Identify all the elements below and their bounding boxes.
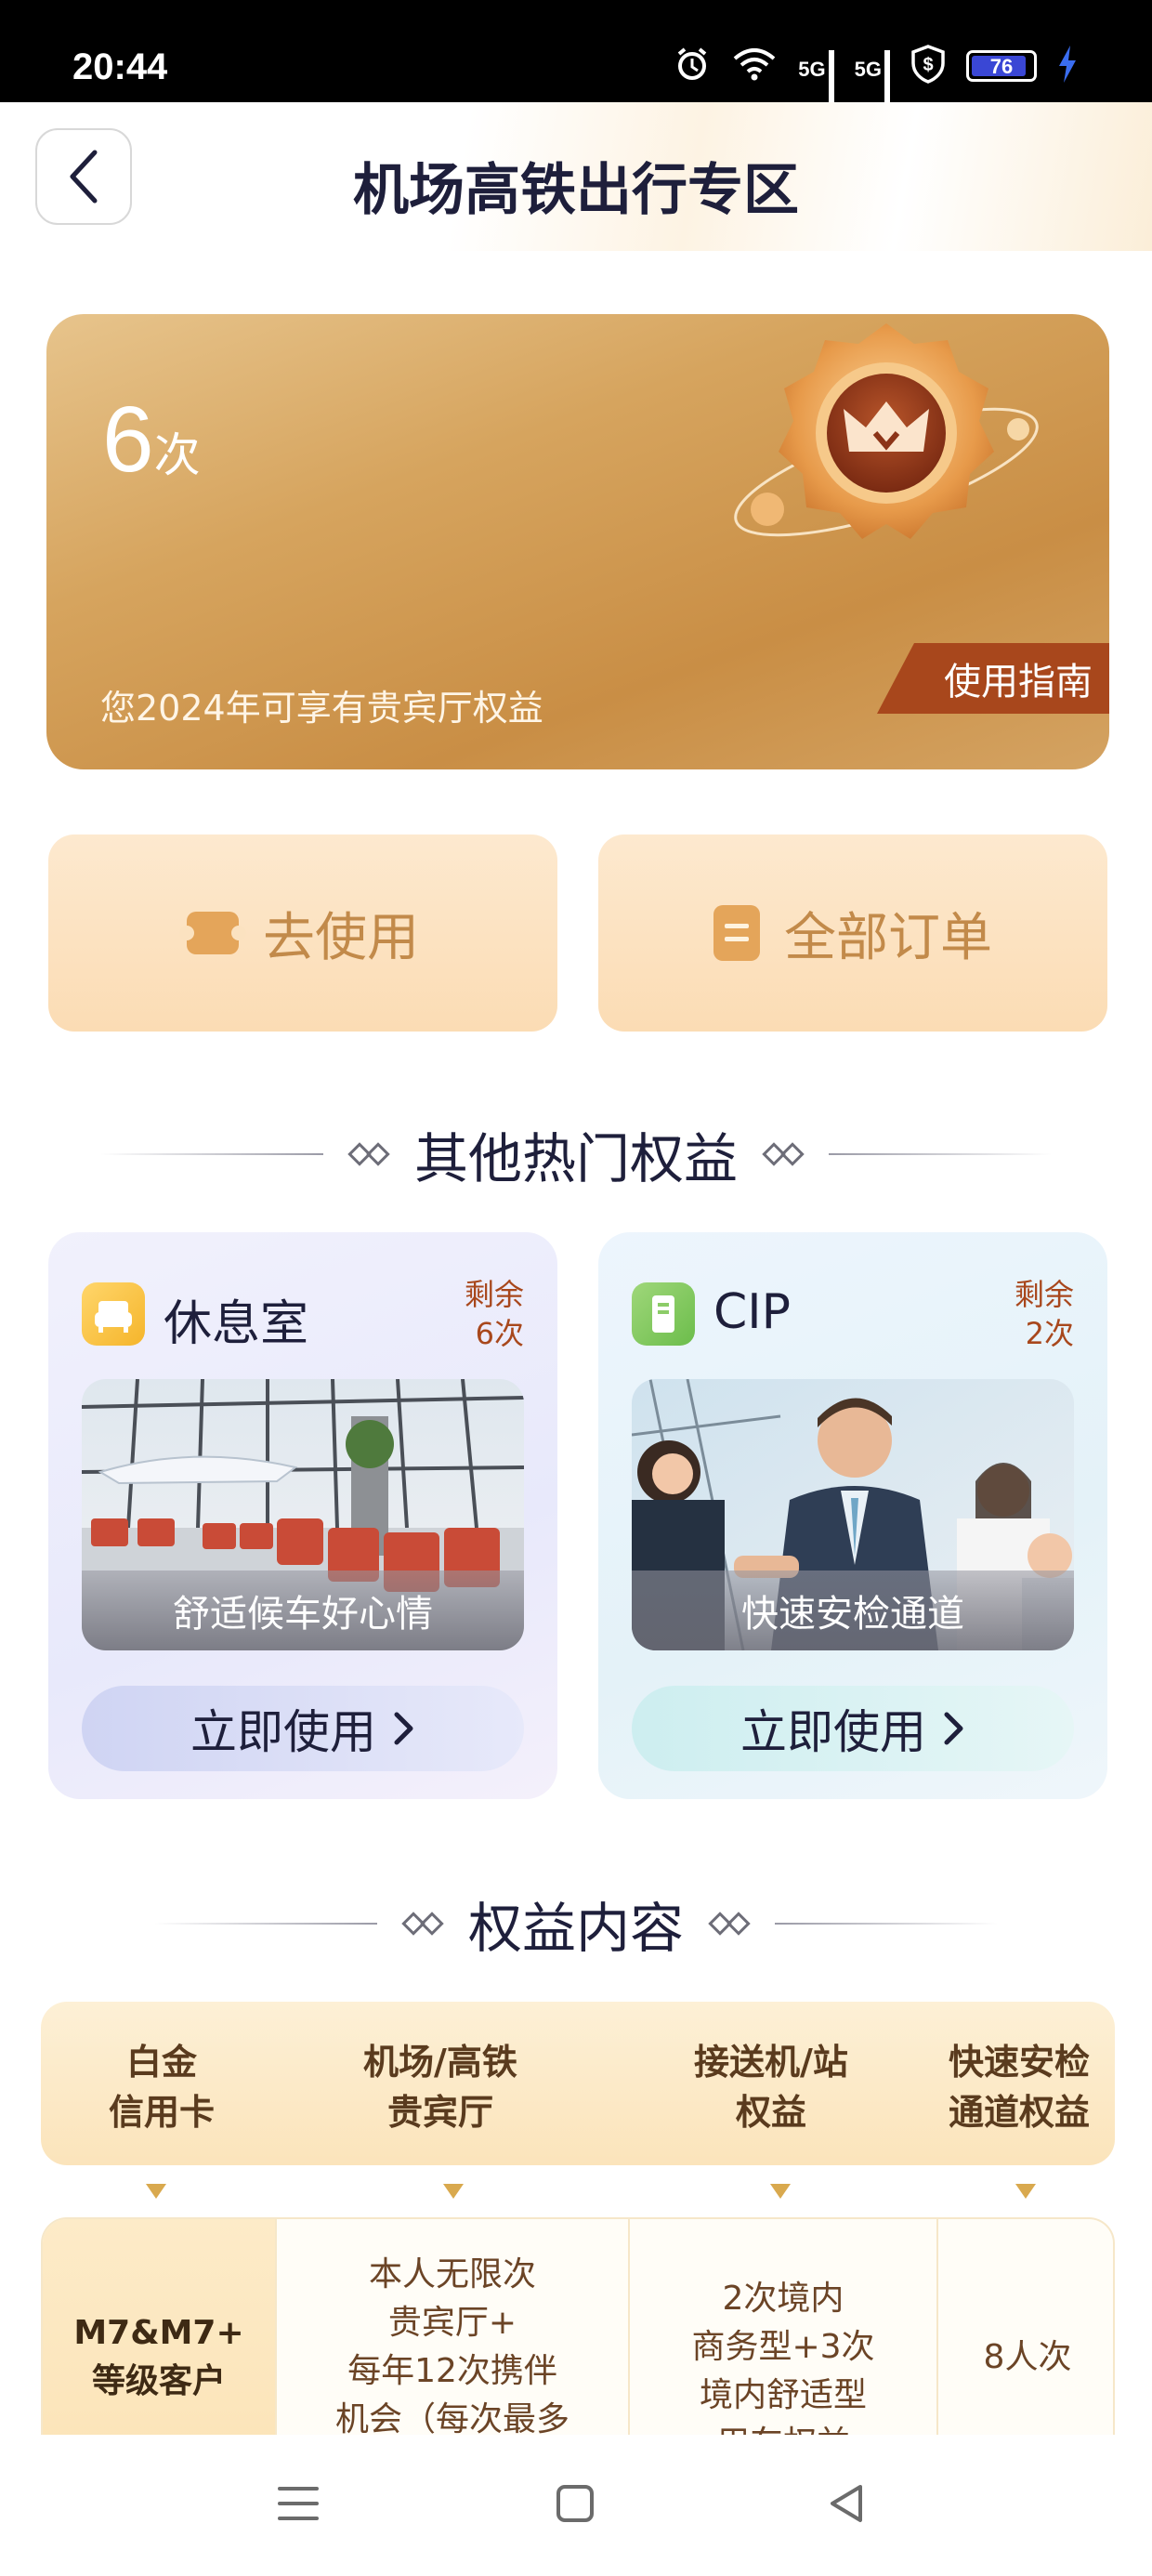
divider-line (153, 1923, 377, 1925)
down-triangle-icon (443, 2184, 464, 2199)
page-title: 机场高铁出行专区 (353, 158, 799, 223)
header-line: 权益 (735, 2092, 806, 2133)
svg-text:$: $ (923, 55, 933, 75)
wifi-icon (731, 46, 778, 86)
section-heading-content: 权益内容 (0, 1885, 1152, 1963)
header-line: 接送机/站 (694, 2042, 848, 2083)
status-time: 20:44 (72, 46, 168, 87)
table-header-transfer: 接送机/站 权益 (650, 2037, 892, 2137)
all-orders-button[interactable]: 全部订单 (598, 835, 1107, 1032)
remaining-badge: 剩余 6次 (465, 1275, 524, 1353)
document-icon (632, 1282, 695, 1346)
benefit-card-lounge[interactable]: 休息室 剩余 6次 舒适候车好心情 立即使用 (48, 1232, 557, 1799)
divider-line (775, 1923, 998, 1925)
table-header-card: 白金 信用卡 (78, 2037, 245, 2137)
benefit-name: CIP (713, 1284, 792, 1340)
use-now-label: 立即使用 (740, 1705, 926, 1759)
remaining-count-unit: 次 (153, 428, 201, 482)
use-now-button[interactable]: 立即使用 (82, 1686, 524, 1771)
cell-line: 贵宾厅+ (387, 2304, 517, 2342)
cip-photo: 快速安检通道 (632, 1379, 1074, 1650)
diamond-ornament-icon (347, 1142, 390, 1166)
entitlement-subtitle: 您2024年可享有贵宾厅权益 (100, 688, 543, 729)
remaining-label: 剩余 (1014, 1277, 1074, 1312)
back-nav-icon[interactable] (827, 2483, 866, 2524)
down-triangle-icon (146, 2184, 166, 2199)
cellular-5g-icon: 5G (798, 50, 834, 134)
remaining-count: 6次 (475, 1316, 524, 1351)
cell-line: 商务型+3次 (691, 2328, 875, 2366)
alarm-icon (674, 46, 711, 86)
cellular-5g-icon-2: 5G (855, 50, 890, 134)
cell-line: 8人次 (983, 2338, 1072, 2376)
cell-line: 2次境内 (722, 2280, 844, 2318)
header-line: 快速安检 (948, 2042, 1090, 2083)
header-line: 贵宾厅 (386, 2092, 493, 2133)
cell-line: 每年12次携伴 (347, 2352, 557, 2390)
table-header-lounge: 机场/高铁 贵宾厅 (320, 2037, 561, 2137)
section-heading-hot: 其他热门权益 (0, 1115, 1152, 1193)
benefit-caption: 快速安检通道 (632, 1571, 1074, 1650)
remaining-count-number: 6 (102, 388, 154, 492)
remaining-label: 剩余 (464, 1277, 524, 1312)
cell-line: M7&M7+ (73, 2314, 244, 2352)
cell-line: 境内舒适型 (699, 2376, 867, 2414)
go-use-label: 去使用 (263, 907, 419, 968)
sofa-icon (82, 1282, 145, 1346)
battery-icon: 76 (966, 50, 1037, 82)
ticket-icon (179, 912, 246, 954)
use-now-button[interactable]: 立即使用 (632, 1686, 1074, 1771)
header-line: 机场/高铁 (363, 2042, 517, 2083)
divider-line (99, 1153, 323, 1155)
diamond-ornament-icon (708, 1912, 751, 1936)
page-header: 机场高铁出行专区 (0, 102, 1152, 251)
lounge-photo: 舒适候车好心情 (82, 1379, 524, 1650)
section-title-content: 权益内容 (467, 1897, 684, 1960)
benefit-caption: 舒适候车好心情 (82, 1571, 524, 1650)
home-icon[interactable] (556, 2483, 595, 2524)
status-icons: 5G 5G $ 76 (674, 45, 1078, 134)
usage-guide-button[interactable]: 使用指南 (877, 643, 1109, 714)
benefit-table-header: 白金 信用卡 机场/高铁 贵宾厅 接送机/站 权益 快速安检 通道权益 (41, 2002, 1115, 2165)
chevron-right-icon (394, 1712, 413, 1745)
remaining-badge: 剩余 2次 (1015, 1275, 1074, 1353)
diamond-ornament-icon (401, 1912, 444, 1936)
divider-line (829, 1153, 1052, 1155)
status-bar: 20:44 5G 5G $ 76 (0, 0, 1152, 134)
order-list-icon (713, 905, 760, 961)
table-header-security: 快速安检 通道权益 (931, 2037, 1107, 2137)
charging-icon (1057, 46, 1078, 86)
crown-medal-icon (734, 323, 1039, 539)
remaining-count: 2次 (1025, 1316, 1074, 1351)
menu-icon[interactable] (277, 2483, 320, 2524)
system-nav-bar (0, 2435, 1152, 2576)
header-line: 信用卡 (108, 2092, 215, 2133)
down-triangle-icon (770, 2184, 791, 2199)
use-now-label: 立即使用 (190, 1705, 376, 1759)
benefit-card-cip[interactable]: CIP 剩余 2次 快速安检通道 立即使用 (598, 1232, 1107, 1799)
chevron-right-icon (944, 1712, 963, 1745)
header-line: 白金 (125, 2042, 197, 2083)
section-title-hot: 其他热门权益 (413, 1127, 738, 1190)
header-line: 通道权益 (948, 2092, 1090, 2133)
cell-line: 本人无限次 (368, 2255, 536, 2293)
go-use-button[interactable]: 去使用 (48, 835, 557, 1032)
remaining-count: 6次 (102, 387, 201, 493)
lounge-entitlement-card: 6次 您2024年可享有贵宾厅权益 使用指南 (46, 314, 1109, 769)
diamond-ornament-icon (762, 1142, 805, 1166)
cell-line: 等级客户 (91, 2362, 226, 2400)
benefit-name: 休息室 (164, 1296, 309, 1352)
shield-dollar-icon: $ (910, 45, 946, 87)
all-orders-label: 全部订单 (784, 907, 992, 968)
down-triangle-icon (1015, 2184, 1036, 2199)
